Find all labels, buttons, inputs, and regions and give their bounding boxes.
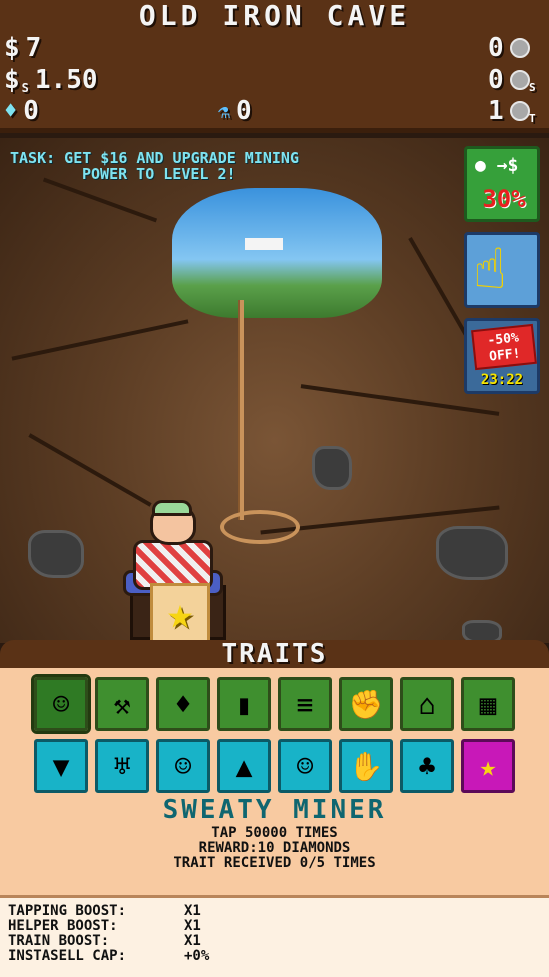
dollar-icon: $ — [4, 33, 20, 63]
trait-drill-icon[interactable]: ▼ — [34, 739, 88, 793]
boost-row: TAPPING BOOST: X1 — [8, 903, 201, 919]
selected-trait-requirement: TAP 50000 TIMES — [211, 825, 338, 841]
trait-chip-icon[interactable]: ▦ — [461, 677, 515, 731]
ore-stored-icon: S — [509, 70, 536, 94]
boosts-panel: TAPPING BOOST: X1 HELPER BOOST: X1 TRAIN B… — [0, 895, 549, 977]
rope-loop — [220, 510, 300, 544]
ore-value: 0 — [488, 33, 504, 63]
potion-icon: ⚗ — [218, 99, 231, 123]
sale-timer: 23:22 — [480, 372, 524, 388]
instasell-percent: 30% — [482, 185, 526, 213]
trait-glove-icon[interactable]: ✋ — [339, 739, 393, 793]
rock-crack — [42, 177, 158, 223]
ore-stored-value: 0 — [488, 65, 504, 95]
sale-offer-button[interactable]: -50% OFF! 23:22 — [464, 318, 540, 394]
ore-train-value: 1 — [488, 96, 504, 126]
ore-stat: 0 — [488, 33, 530, 63]
boost-row: TRAIN BOOST: X1 — [8, 933, 201, 949]
trait-diamond-icon[interactable]: ♦ — [156, 677, 210, 731]
trait-muscle-icon[interactable]: ✊ — [339, 677, 393, 731]
diamond-stat: ♦ 0 — [4, 96, 39, 126]
rope — [238, 300, 244, 520]
money-value: 7 — [25, 33, 42, 63]
selected-trait-progress: TRAIT RECEIVED 0/5 TIMES — [173, 855, 376, 871]
trait-trophy-icon[interactable]: ♅ — [95, 739, 149, 793]
ore-train-icon: T — [509, 101, 536, 125]
diamond-value: 0 — [23, 96, 39, 126]
task-text: TASK: GET $16 AND UPGRADE MINING POWER T… — [10, 150, 430, 182]
trait-ore-bag-icon[interactable]: ▲ — [217, 739, 271, 793]
ore-stored-stat: 0 S — [488, 65, 536, 95]
traits-title: TRAITS — [0, 640, 549, 668]
miner-hat — [152, 500, 192, 516]
trait-miner-helper-2-icon[interactable]: ☺ — [278, 739, 332, 793]
discount-tag: -50% OFF! — [471, 323, 537, 371]
cave-opening — [172, 188, 382, 318]
selected-trait-name: SWEATY MINER — [162, 795, 387, 825]
ore-rock[interactable] — [436, 526, 508, 580]
instasell-button[interactable]: ● →$ 30% — [464, 146, 540, 222]
trait-star-icon[interactable]: ★ — [461, 739, 515, 793]
stats-panel: $ 7 $ S 1.50 ♦ 0 ⚗ 0 0 0 S 1 T — [0, 33, 549, 133]
star-badge-icon[interactable]: ★ — [150, 583, 210, 643]
sell-dollar-icon: $ — [4, 65, 20, 95]
trait-pickaxe-icon[interactable]: ⚒ — [95, 677, 149, 731]
sell-price-stat: $ S 1.50 — [4, 65, 98, 95]
rock-crack — [11, 319, 189, 361]
trait-sweaty-miner-icon[interactable]: ☺ — [31, 674, 91, 734]
rock-crack — [28, 433, 152, 507]
trait-clover-icon[interactable]: ♣ — [400, 739, 454, 793]
rock-crack — [408, 237, 472, 343]
ore-icon — [509, 38, 530, 58]
potion-value: 0 — [236, 96, 252, 126]
cloud — [245, 238, 283, 250]
boost-row: INSTASELL CAP: +0% — [8, 948, 210, 964]
ore-rock[interactable] — [28, 530, 84, 578]
sell-price-value: 1.50 — [34, 65, 98, 95]
task-line-2: POWER TO LEVEL 2! — [82, 165, 236, 183]
trait-miner-helper-icon[interactable]: ☺ — [156, 739, 210, 793]
pointing-hand-icon: ☝ — [473, 237, 507, 302]
sell-sub-label: S — [21, 81, 29, 95]
boost-row: HELPER BOOST: X1 — [8, 918, 201, 934]
ore-to-cash-icon: ● →$ — [475, 155, 519, 176]
potion-stat: ⚗ 0 — [218, 96, 252, 126]
trait-mine-shaft-icon[interactable]: ⌂ — [400, 677, 454, 731]
trait-dynamite-icon[interactable]: ▮ — [217, 677, 271, 731]
money-stat: $ 7 — [4, 33, 41, 63]
diamond-icon: ♦ — [4, 98, 18, 124]
ore-train-stat: 1 T — [488, 96, 536, 126]
cave-title: OLD IRON CAVE — [0, 0, 549, 33]
auto-tap-button[interactable]: ☝ — [464, 232, 540, 308]
trait-cash-stack-icon[interactable]: ≡ — [278, 677, 332, 731]
ore-rock[interactable] — [312, 446, 352, 490]
selected-trait-reward: REWARD:10 DIAMONDS — [198, 840, 351, 856]
